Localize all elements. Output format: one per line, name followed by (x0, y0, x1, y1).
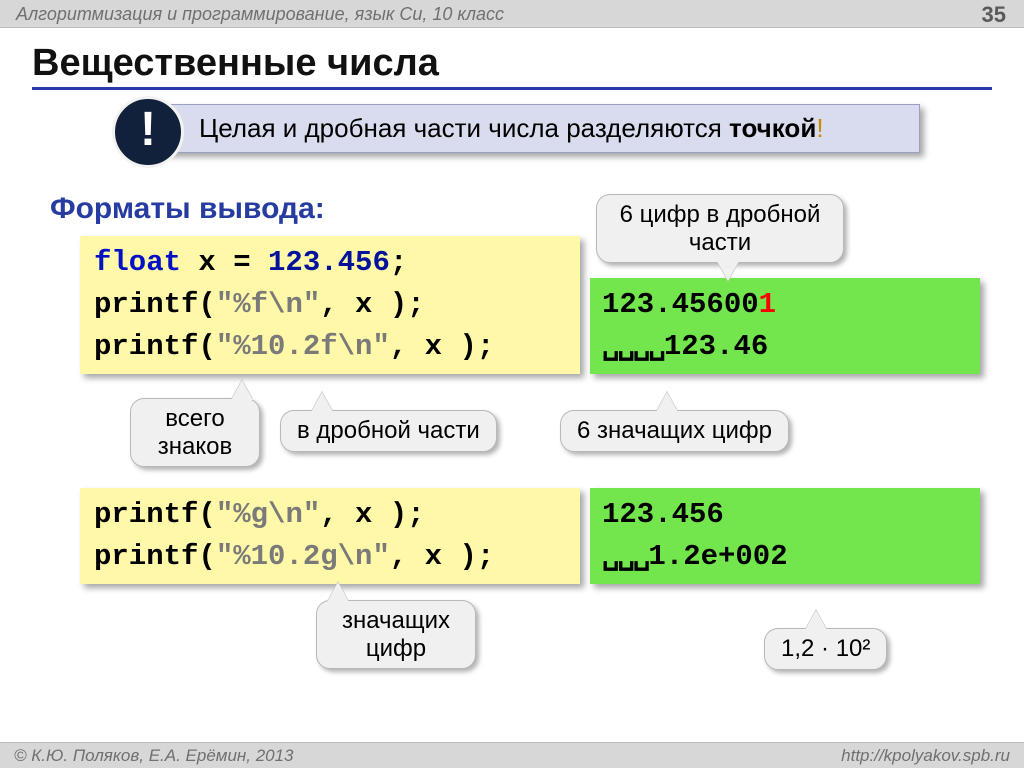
code-block-2: printf("%g\n", x ); printf("%10.2g\n", x… (80, 488, 580, 584)
bubble-in-fraction: в дробной части (280, 410, 497, 452)
callout-text: Целая и дробная части числа разделяются (199, 113, 729, 143)
footer-left: © К.Ю. Поляков, Е.А. Ерёмин, 2013 (14, 746, 294, 765)
bubble-significant: значащих цифр (316, 600, 476, 669)
footer-right: http://kpolyakov.spb.ru (841, 746, 1010, 765)
callout-bold: точкой (729, 113, 816, 143)
output-block-2: 123.456 ␣␣␣1.2e+002 (590, 488, 980, 584)
slide-title: Вещественные числа (32, 42, 992, 90)
slide-header: Алгоритмизация и программирование, язык … (0, 0, 1024, 28)
page-number: 35 (982, 2, 1006, 28)
callout-bang: ! (816, 113, 823, 143)
slide-footer: © К.Ю. Поляков, Е.А. Ерёмин, 2013 http:/… (0, 742, 1024, 768)
output-block-1: 123.456001 ␣␣␣␣123.46 (590, 278, 980, 374)
bubble-significant-6: 6 значащих цифр (560, 410, 789, 452)
code-block-1: float x = 123.456; printf("%f\n", x ); p… (80, 236, 580, 374)
bubble-fraction-digits: 6 цифр в дробной части (596, 194, 844, 263)
bubble-sci-notation: 1,2 · 10² (764, 628, 887, 670)
callout-box: Целая и дробная части числа разделяются … (150, 104, 920, 153)
exclamation-icon: ! (112, 96, 184, 168)
section-subhead: Форматы вывода: (50, 192, 325, 226)
bubble-total-chars: всего знаков (130, 398, 260, 467)
